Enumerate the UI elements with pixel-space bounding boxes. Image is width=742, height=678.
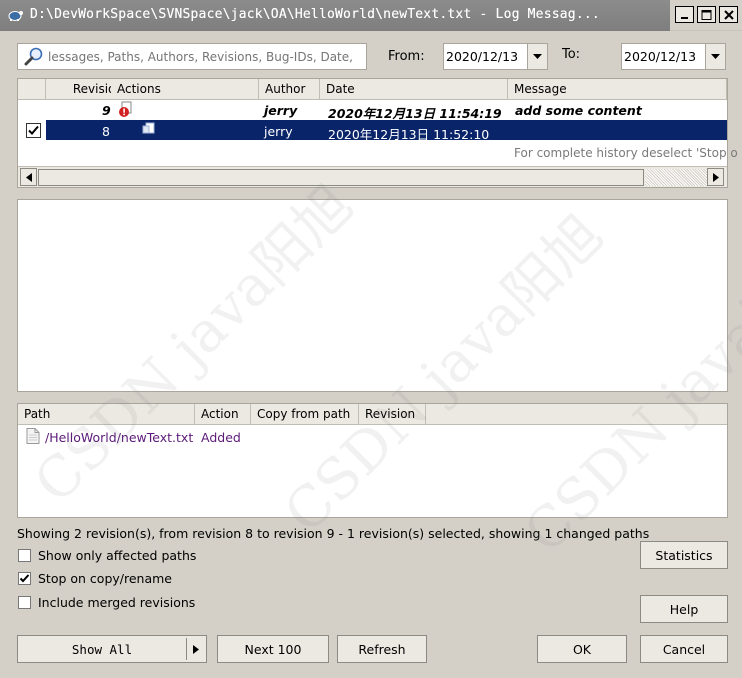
arrow-right-icon <box>712 172 719 182</box>
revision-message: add some content <box>515 103 642 118</box>
minimize-button[interactable] <box>675 6 694 23</box>
statistics-button[interactable]: Statistics <box>640 541 728 569</box>
scroll-thumb[interactable] <box>38 169 644 186</box>
title-bar[interactable]: D:\DevWorkSpace\SVNSpace\jack\OA\HelloWo… <box>0 0 742 31</box>
revision-number: 8 <box>102 124 110 139</box>
scroll-right-button[interactable] <box>707 168 724 186</box>
column-header-author[interactable]: Author <box>259 79 320 100</box>
checkmark-icon <box>28 125 39 135</box>
from-date-picker[interactable]: 2020/12/13 <box>443 43 548 70</box>
include-merged-checkbox[interactable] <box>18 596 31 609</box>
maximize-button[interactable] <box>697 6 716 23</box>
scroll-track[interactable] <box>645 169 707 186</box>
show-affected-paths-checkbox[interactable] <box>18 549 31 562</box>
stop-on-copy-checkbox[interactable] <box>18 572 31 585</box>
message-panel[interactable] <box>17 199 728 392</box>
maximize-icon <box>701 9 712 20</box>
from-date-dropdown[interactable] <box>527 44 547 69</box>
column-header-actions[interactable]: Actions <box>111 79 259 100</box>
close-button[interactable] <box>719 6 738 23</box>
cancel-button[interactable]: Cancel <box>640 635 728 663</box>
revision-author: jerry <box>264 124 293 139</box>
column-header-check[interactable] <box>18 79 46 100</box>
added-file-icon <box>142 122 155 134</box>
split-divider <box>186 638 187 660</box>
close-icon <box>723 9 734 20</box>
stop-on-copy-label: Stop on copy/rename <box>38 571 173 586</box>
column-header-path[interactable]: Path <box>18 404 195 425</box>
path-action: Added <box>201 430 241 445</box>
horizontal-scrollbar[interactable] <box>18 166 727 187</box>
search-box[interactable] <box>17 43 367 70</box>
status-text: Showing 2 revision(s), from revision 8 t… <box>17 526 650 541</box>
history-hint: For complete history deselect 'Stop o <box>514 146 738 160</box>
column-header-path-revision[interactable]: Revision <box>359 404 426 425</box>
scroll-left-button[interactable] <box>20 168 37 186</box>
column-header-filler <box>426 404 727 425</box>
column-header-action[interactable]: Action <box>195 404 251 425</box>
to-label: To: <box>562 47 581 62</box>
log-messages-window: D:\DevWorkSpace\SVNSpace\jack\OA\HelloWo… <box>0 0 742 678</box>
revision-date: 2020年12月13日 11:52:10 <box>328 127 490 142</box>
to-date-value: 2020/12/13 <box>624 49 697 64</box>
tortoise-icon <box>8 11 23 21</box>
revision-author: jerry <box>264 103 298 118</box>
revision-number: 9 <box>102 103 111 118</box>
path-value: /HelloWorld/newText.txt <box>45 430 194 445</box>
refresh-button[interactable]: Refresh <box>337 635 427 663</box>
file-icon <box>26 428 40 444</box>
minimize-icon <box>680 16 688 19</box>
from-label: From: <box>388 49 425 64</box>
show-all-label[interactable]: Show All <box>18 642 186 657</box>
show-all-split-button[interactable]: Show All <box>17 635 207 663</box>
help-button[interactable]: Help <box>640 595 728 623</box>
column-header-copy-from-path[interactable]: Copy from path <box>251 404 359 425</box>
next-100-button[interactable]: Next 100 <box>217 635 329 663</box>
window-title: D:\DevWorkSpace\SVNSpace\jack\OA\HelloWo… <box>30 7 600 22</box>
column-header-date[interactable]: Date <box>320 79 508 100</box>
changed-paths-list[interactable]: Path Action Copy from path Revision <box>17 403 728 518</box>
revision-checkbox[interactable] <box>26 123 41 138</box>
show-affected-paths-label: Show only affected paths <box>38 548 197 563</box>
from-date-value: 2020/12/13 <box>446 49 519 64</box>
chevron-down-icon <box>533 53 542 59</box>
chevron-down-icon <box>711 53 720 59</box>
arrow-right-icon[interactable] <box>193 645 199 654</box>
to-date-dropdown[interactable] <box>705 44 725 69</box>
column-header-message[interactable]: Message <box>508 79 727 100</box>
modified-conflict-icon <box>119 101 132 117</box>
search-input[interactable] <box>46 46 362 67</box>
arrow-left-icon <box>25 172 32 182</box>
checkmark-icon <box>19 574 30 583</box>
search-icon <box>24 47 43 66</box>
ok-button[interactable]: OK <box>537 635 627 663</box>
include-merged-label: Include merged revisions <box>38 595 196 610</box>
to-date-picker[interactable]: 2020/12/13 <box>621 43 726 70</box>
